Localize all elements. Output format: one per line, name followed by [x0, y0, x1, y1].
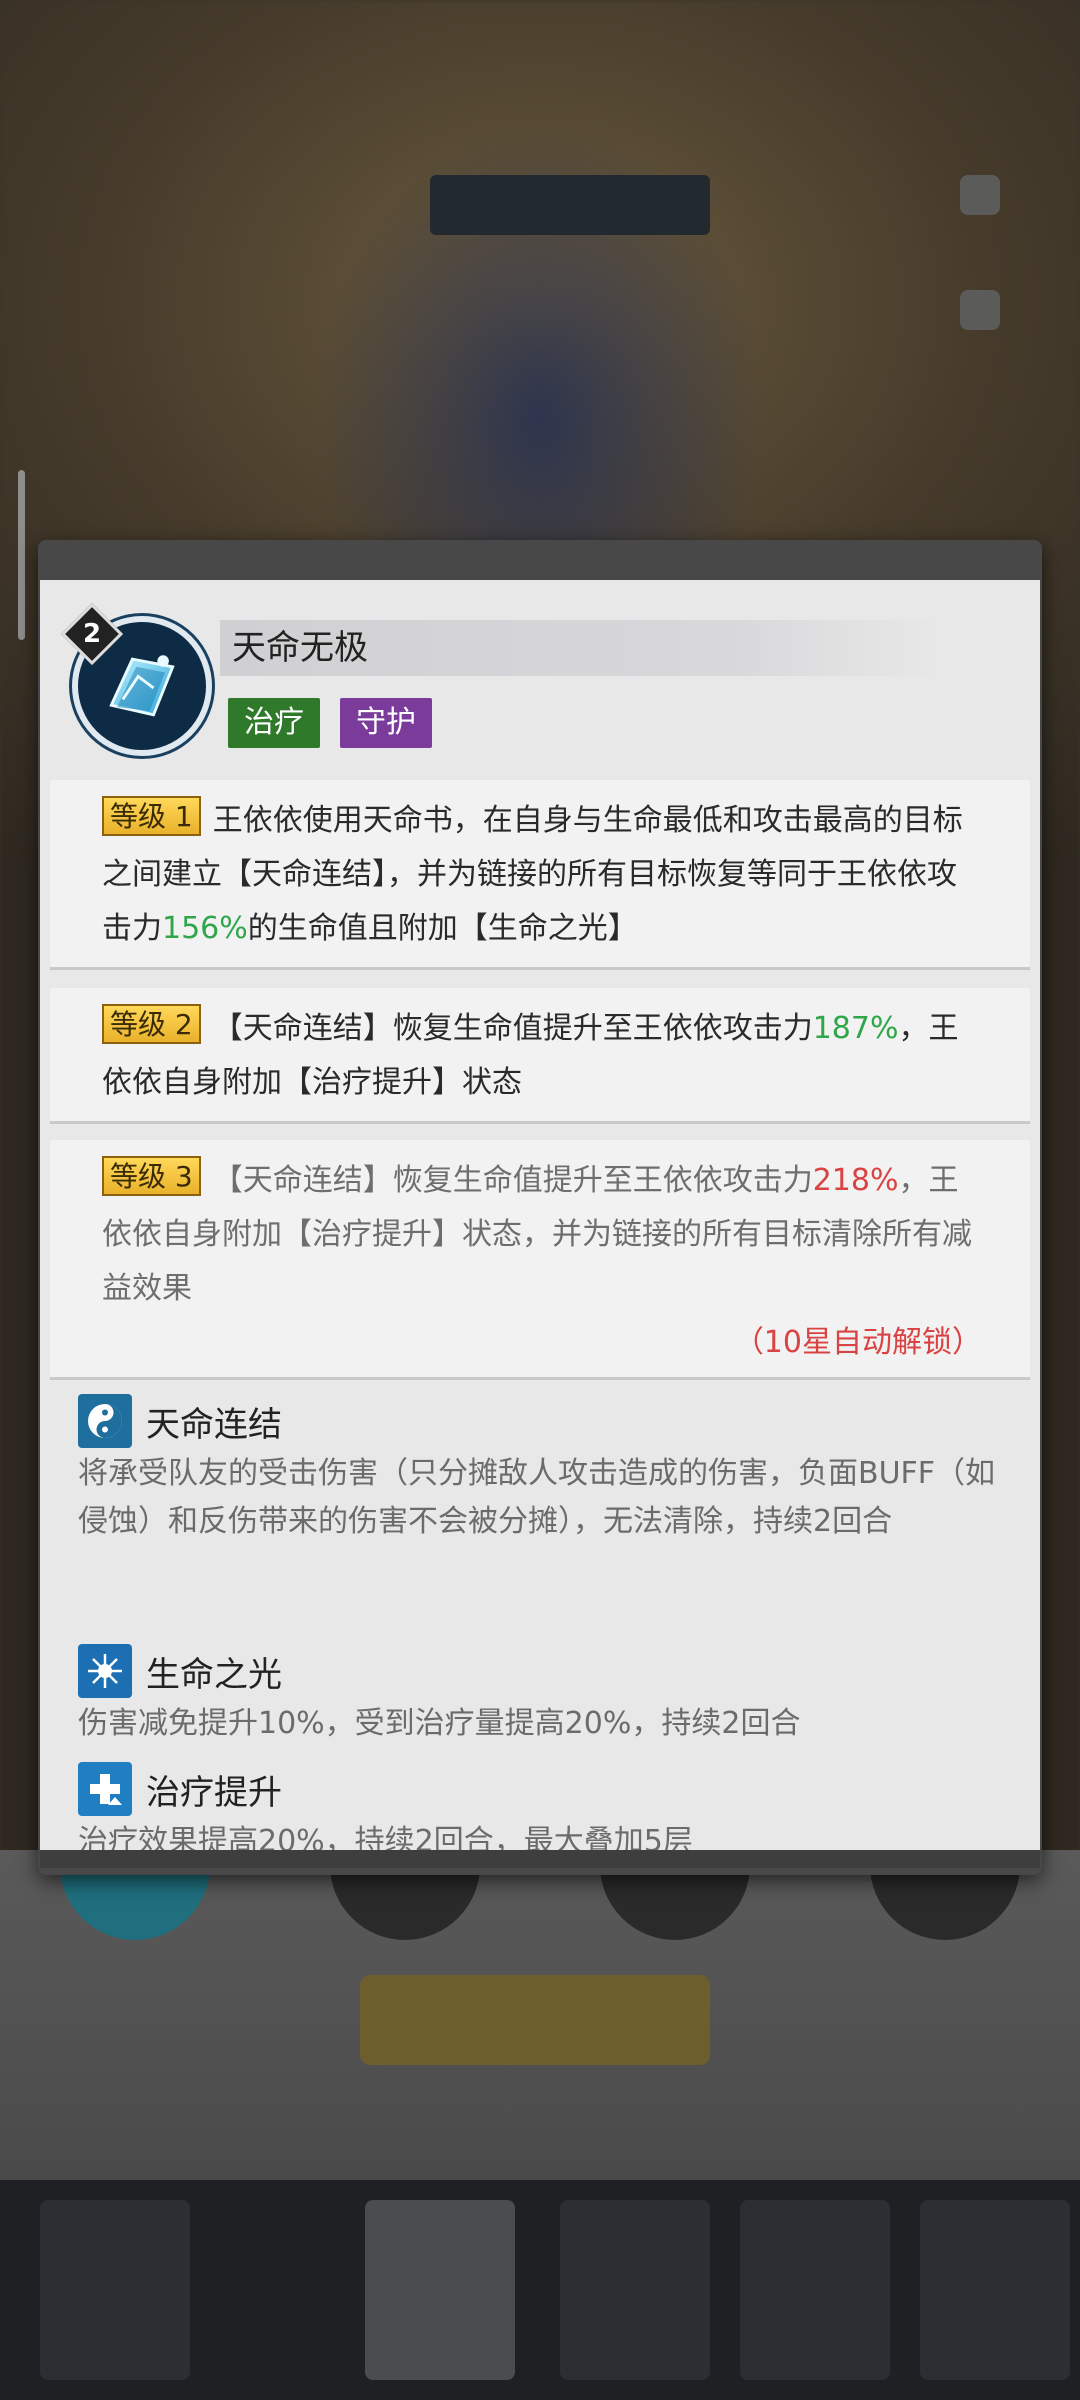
background-scrollbar: [18, 470, 25, 640]
level-1-value: 156%: [162, 911, 248, 946]
heal-up-icon: [78, 1762, 132, 1816]
effect-destiny-link: 天命连结 将承受队友的受击伤害（只分摊敌人攻击造成的伤害，负面BUFF（如侵蚀）…: [78, 1392, 998, 1546]
effect-description: 治疗效果提高20%，持续2回合，最大叠加5层: [78, 1824, 693, 1850]
level-2-text: 【天命连结】恢复生命值提升至王依依攻击力: [212, 1011, 813, 1046]
effect-heal-boost: 治疗提升 治疗效果提高20%，持续2回合，最大叠加5层: [78, 1760, 998, 1850]
effect-description: 将承受队友的受击伤害（只分摊敌人攻击造成的伤害，负面BUFF（如侵蚀）和反伤带来…: [78, 1456, 996, 1539]
level-3-text: 【天命连结】恢复生命值提升至王依依攻击力: [212, 1163, 813, 1198]
tag-heal: 治疗: [228, 698, 320, 748]
level-2-value: 187%: [812, 1011, 899, 1046]
background-edit-icon: [960, 175, 1000, 215]
level-3-value: 218%: [812, 1163, 899, 1198]
level-1-tag: 等级 1: [102, 796, 201, 836]
yin-yang-icon: [78, 1394, 132, 1448]
level-3-unlock-note: （10星自动解锁）: [733, 1325, 982, 1360]
effect-light-of-life: 生命之光 伤害减免提升10%，受到治疗量提高20%，持续2回合: [78, 1642, 998, 1748]
effect-name: 生命之光: [146, 1654, 282, 1695]
level-1-description: 等级 1 王依依使用天命书，在自身与生命最低和攻击最高的目标之间建立【天命连结】，…: [50, 780, 1030, 970]
level-1-text-tail: 的生命值且附加【生命之光】: [247, 911, 638, 946]
effect-name: 天命连结: [146, 1404, 282, 1445]
effect-description: 伤害减免提升10%，受到治疗量提高20%，持续2回合: [78, 1706, 801, 1741]
skill-name: 天命无极: [232, 628, 368, 668]
background-top-bar: [430, 175, 710, 235]
skill-detail-popup[interactable]: 2 天命无极 治疗 守护 等级 1 王依依使用天命书，在自身与生命最低和攻击最高的…: [38, 540, 1042, 1875]
skill-level-number: 2: [82, 619, 102, 649]
level-2-description: 等级 2 【天命连结】恢复生命值提升至王依依攻击力187%，王依依自身附加【治疗提…: [50, 988, 1030, 1124]
background-upgrade-button: [360, 1975, 710, 2065]
light-burst-icon: [78, 1644, 132, 1698]
popup-bottom-strip: [40, 1850, 1040, 1868]
level-3-description: 等级 3 【天命连结】恢复生命值提升至王依依攻击力218%，王依依自身附加【治疗提…: [50, 1140, 1030, 1380]
level-2-tag: 等级 2: [102, 1004, 201, 1044]
effect-name: 治疗提升: [146, 1772, 282, 1813]
background-bottom-bar: [0, 2180, 1080, 2400]
skill-detail-content[interactable]: 2 天命无极 治疗 守护 等级 1 王依依使用天命书，在自身与生命最低和攻击最高的…: [40, 580, 1040, 1850]
level-3-tag: 等级 3: [102, 1156, 201, 1196]
tag-guard: 守护: [340, 698, 432, 748]
background-menu-icon: [960, 290, 1000, 330]
